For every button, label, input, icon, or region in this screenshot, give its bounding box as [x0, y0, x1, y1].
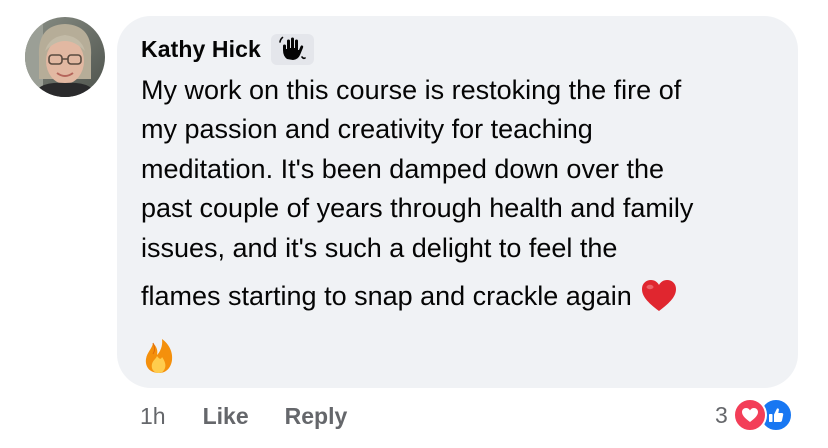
reactions-summary[interactable]: 3 — [715, 398, 793, 432]
comment-header: Kathy Hick — [141, 33, 314, 65]
top-fan-badge[interactable] — [270, 33, 314, 65]
comment-line: My work on this course is restoking the … — [141, 75, 682, 105]
like-button[interactable]: Like — [203, 403, 249, 430]
comment-text: My work on this course is restoking the … — [141, 71, 781, 316]
reaction-count: 3 — [715, 401, 728, 428]
love-reaction-icon — [732, 398, 767, 432]
avatar-photo — [25, 17, 105, 97]
comment-container: Kathy Hick My work on this course is res… — [0, 0, 828, 448]
red-heart-icon — [642, 280, 677, 312]
waving-hand-icon — [279, 36, 307, 60]
comment-line: flames starting to snap and crackle agai… — [141, 281, 632, 312]
comment-line: issues, and it's such a delight to feel … — [141, 232, 618, 263]
comment-line: meditation. It's been damped down over t… — [141, 153, 664, 184]
comment-line: past couple of years through health and … — [141, 193, 694, 224]
comment-line: my passion and creativity for teaching — [141, 114, 593, 145]
fire-icon — [141, 338, 177, 374]
avatar[interactable] — [25, 17, 105, 97]
comment-actions: 1h Like Reply — [140, 400, 347, 432]
timestamp[interactable]: 1h — [140, 403, 166, 430]
author-name[interactable]: Kathy Hick — [141, 36, 261, 63]
reply-button[interactable]: Reply — [285, 403, 348, 430]
